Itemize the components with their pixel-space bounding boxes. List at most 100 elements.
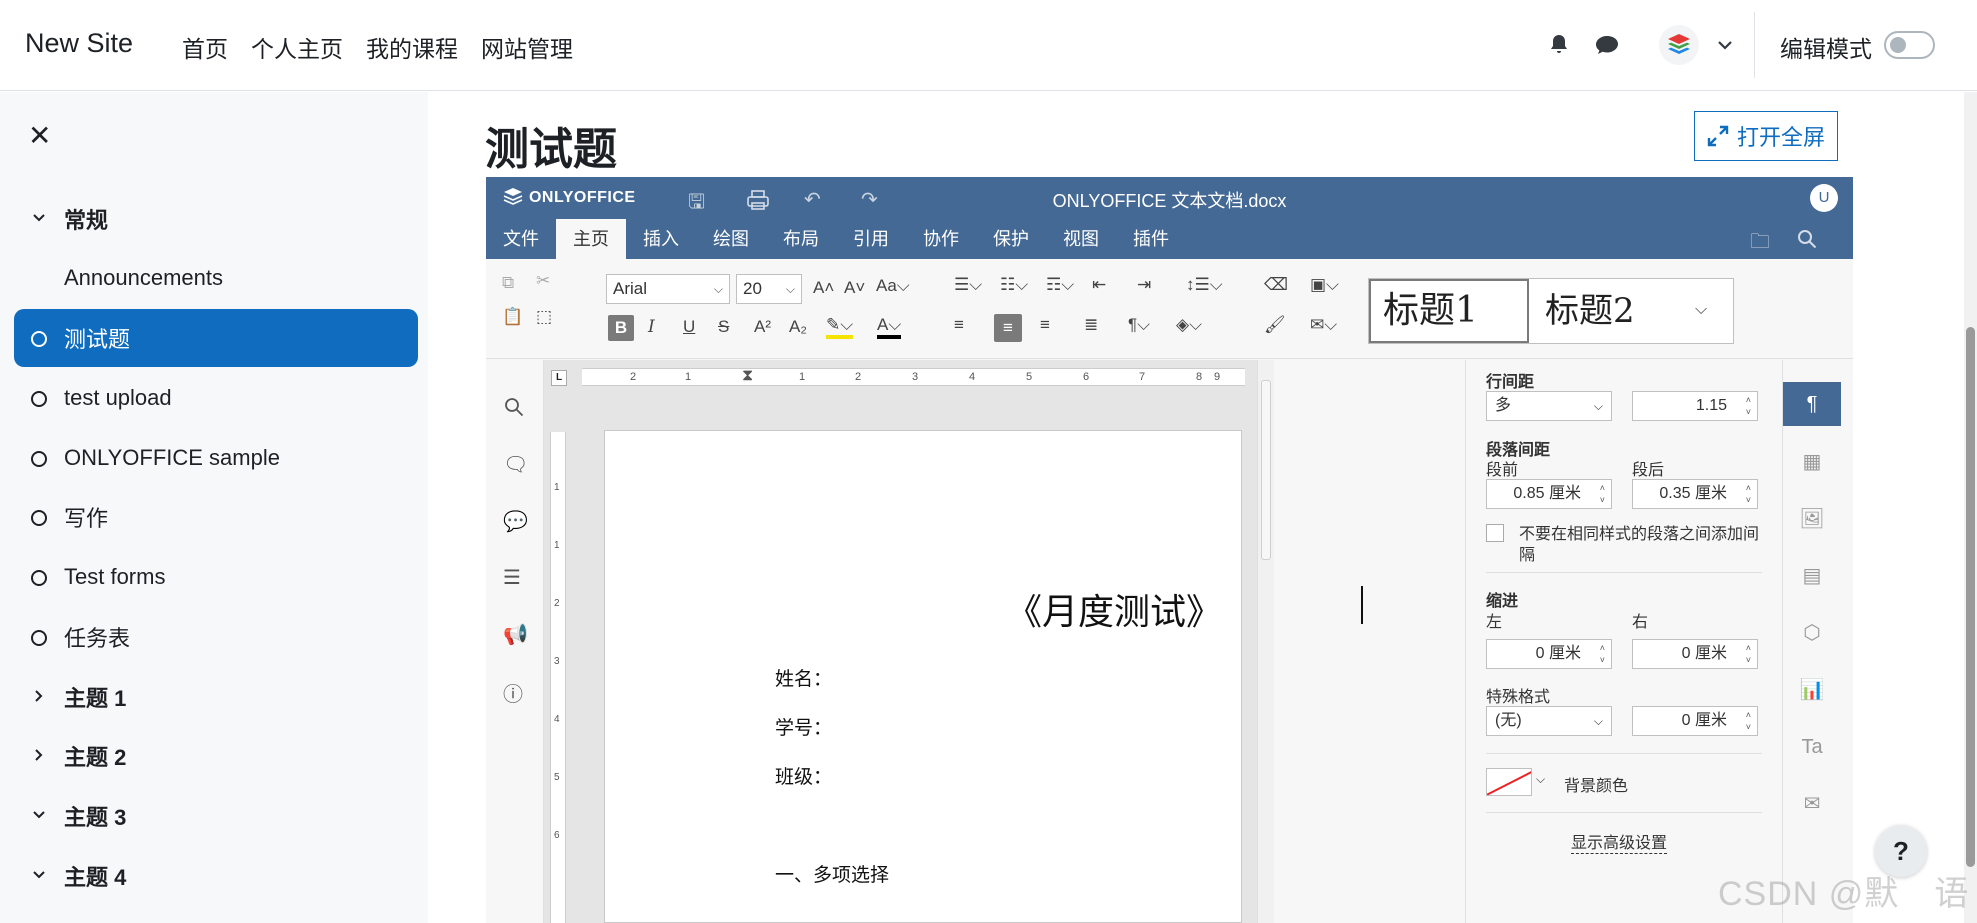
text-art-icon[interactable]: Ta bbox=[1783, 725, 1841, 769]
underline-button[interactable]: U bbox=[683, 317, 695, 337]
doc-line-section-1[interactable]: 一、多项选择 bbox=[775, 860, 889, 887]
sidebar-item-writing[interactable]: 写作 bbox=[14, 488, 418, 546]
horizontal-ruler[interactable]: 2 1 1 2 3 4 5 6 7 8 9 ⧗ bbox=[582, 368, 1245, 386]
sidebar-item-announcements[interactable]: Announcements bbox=[14, 249, 418, 307]
align-left-icon[interactable]: ≡ bbox=[954, 315, 964, 335]
sidebar-section-topic-4[interactable]: 主题 4 bbox=[14, 847, 418, 905]
header-footer-icon[interactable]: ▤ bbox=[1783, 554, 1841, 598]
indent-right-input[interactable]: 0 厘米 ˄ ˅ bbox=[1632, 639, 1758, 669]
line-spacing-input[interactable]: 1.15 ˄ ˅ bbox=[1632, 391, 1758, 421]
chevron-down-icon[interactable] bbox=[1715, 35, 1735, 55]
doc-line-name[interactable]: 姓名： bbox=[775, 664, 832, 691]
special-amount-input[interactable]: 0 厘米 ˄ ˅ bbox=[1632, 706, 1758, 736]
line-spacing-mode-select[interactable]: 多 ⌵ bbox=[1486, 391, 1612, 421]
align-right-icon[interactable]: ≡ bbox=[1040, 315, 1050, 335]
sidebar-item-onlyoffice-sample[interactable]: ONLYOFFICE sample bbox=[14, 429, 418, 487]
tab-insert[interactable]: 插入 bbox=[626, 219, 696, 259]
document-title[interactable]: 《月度测试》 bbox=[1006, 583, 1222, 635]
document-page[interactable] bbox=[604, 430, 1242, 923]
bullets-icon[interactable]: ☰⌵ bbox=[954, 275, 982, 295]
chart-settings-icon[interactable]: 📊 bbox=[1783, 668, 1841, 712]
mail-merge-icon[interactable]: ✉⌵ bbox=[1310, 315, 1337, 335]
copy-icon[interactable]: ⧉ bbox=[502, 273, 514, 293]
bell-icon[interactable] bbox=[1547, 33, 1571, 57]
scrollbar-thumb[interactable] bbox=[1261, 380, 1271, 560]
doc-line-class[interactable]: 班级： bbox=[775, 762, 832, 789]
tab-home[interactable]: 主页 bbox=[556, 219, 626, 259]
mail-merge-icon[interactable]: ✉ bbox=[1783, 782, 1841, 826]
navigation-icon[interactable]: ☰ bbox=[503, 565, 521, 590]
sidebar-section-topic-1[interactable]: 主题 1 bbox=[14, 668, 418, 726]
tab-layout[interactable]: 布局 bbox=[766, 219, 836, 259]
sidebar-section-topic-2[interactable]: 主题 2 bbox=[14, 727, 418, 785]
page-scrollbar[interactable] bbox=[1964, 92, 1977, 923]
shading-icon[interactable]: ◈⌵ bbox=[1176, 315, 1202, 335]
sidebar-item-test-upload[interactable]: test upload bbox=[14, 369, 418, 427]
scrollbar-thumb[interactable] bbox=[1966, 327, 1975, 867]
sidebar-item-test-forms[interactable]: Test forms bbox=[14, 548, 418, 606]
multilevel-list-icon[interactable]: ☶⌵ bbox=[1046, 275, 1074, 295]
user-avatar[interactable] bbox=[1659, 25, 1699, 65]
edit-mode-toggle[interactable] bbox=[1884, 31, 1935, 59]
indent-marker-icon[interactable]: ⧗ bbox=[742, 369, 753, 385]
decrease-font-icon[interactable]: A˅ bbox=[844, 278, 865, 298]
font-name-select[interactable]: Arial ⌵ bbox=[606, 274, 730, 304]
document-scrollbar[interactable] bbox=[1257, 360, 1274, 923]
sidebar-section-general[interactable]: 常规 bbox=[14, 190, 418, 248]
tab-references[interactable]: 引用 bbox=[836, 219, 906, 259]
info-icon[interactable]: ⓘ bbox=[503, 678, 523, 707]
bold-button[interactable]: B bbox=[608, 315, 634, 341]
copy-style-icon[interactable]: 🖌 bbox=[1264, 315, 1286, 335]
sidebar-item-task-sheet[interactable]: 任务表 bbox=[14, 608, 418, 666]
vertical-ruler[interactable]: 1 1 2 3 4 5 6 bbox=[550, 432, 566, 923]
font-color-icon[interactable]: A⌵ bbox=[877, 315, 902, 339]
nav-site-admin[interactable]: 网站管理 bbox=[481, 30, 573, 64]
close-drawer-icon[interactable]: ✕ bbox=[28, 119, 51, 152]
chevron-down-icon[interactable]: ⌵ bbox=[1695, 301, 1707, 319]
search-icon[interactable] bbox=[1797, 229, 1817, 249]
color-scheme-icon[interactable]: ▣⌵ bbox=[1310, 275, 1339, 295]
strikethrough-button[interactable]: S bbox=[718, 317, 729, 337]
special-format-select[interactable]: (无) ⌵ bbox=[1486, 706, 1612, 736]
doc-line-student-id[interactable]: 学号： bbox=[775, 713, 832, 740]
tab-collaboration[interactable]: 协作 bbox=[906, 219, 976, 259]
search-icon[interactable] bbox=[503, 396, 525, 418]
decrease-indent-icon[interactable]: ⇤ bbox=[1092, 275, 1106, 295]
comments-icon[interactable]: 🗨 bbox=[503, 452, 528, 477]
tab-file[interactable]: 文件 bbox=[486, 219, 556, 259]
indent-left-input[interactable]: 0 厘米 ˄ ˅ bbox=[1486, 639, 1612, 669]
increase-indent-icon[interactable]: ⇥ bbox=[1137, 275, 1151, 295]
cut-icon[interactable]: ✂ bbox=[536, 271, 550, 291]
line-spacing-icon[interactable]: ↕☰⌵ bbox=[1186, 275, 1223, 295]
nav-home[interactable]: 首页 bbox=[182, 30, 228, 64]
superscript-button[interactable]: A² bbox=[754, 317, 771, 337]
font-size-select[interactable]: 20 ⌵ bbox=[736, 274, 802, 304]
user-initial-avatar[interactable]: U bbox=[1810, 184, 1838, 212]
shape-settings-icon[interactable]: ⬡ bbox=[1783, 611, 1841, 655]
align-center-icon[interactable]: ≡ bbox=[994, 314, 1022, 342]
image-settings-icon[interactable]: 🖼 bbox=[1783, 497, 1841, 541]
paragraph-marks-icon[interactable]: ¶⌵ bbox=[1128, 315, 1150, 335]
italic-button[interactable]: I bbox=[648, 317, 655, 337]
numbering-icon[interactable]: ☷⌵ bbox=[1000, 275, 1028, 295]
style-heading-2[interactable]: 标题2 bbox=[1531, 279, 1691, 343]
tab-plugins[interactable]: 插件 bbox=[1116, 219, 1186, 259]
tab-stop-button[interactable]: L bbox=[551, 370, 567, 386]
background-color-picker[interactable] bbox=[1486, 768, 1532, 796]
change-case-icon[interactable]: Aa⌵ bbox=[876, 276, 910, 296]
justify-icon[interactable]: ≣ bbox=[1084, 315, 1098, 335]
chat-icon[interactable]: 💬 bbox=[503, 509, 528, 534]
table-settings-icon[interactable]: ▦ bbox=[1783, 440, 1841, 484]
no-space-checkbox[interactable] bbox=[1486, 524, 1504, 542]
clear-style-icon[interactable]: ⌫ bbox=[1264, 275, 1288, 295]
open-fullscreen-button[interactable]: 打开全屏 bbox=[1694, 111, 1838, 161]
nav-profile[interactable]: 个人主页 bbox=[251, 30, 343, 64]
increase-font-icon[interactable]: A˄ bbox=[813, 278, 834, 298]
feedback-icon[interactable]: 📢 bbox=[503, 622, 528, 647]
chevron-down-icon[interactable]: ⌵ bbox=[1536, 772, 1545, 787]
tab-draw[interactable]: 绘图 bbox=[696, 219, 766, 259]
chat-icon[interactable] bbox=[1594, 33, 1620, 57]
advanced-settings-link[interactable]: 显示高级设置 bbox=[1571, 829, 1668, 854]
sidebar-section-topic-3[interactable]: 主题 3 bbox=[14, 787, 418, 845]
nav-my-courses[interactable]: 我的课程 bbox=[366, 30, 458, 64]
